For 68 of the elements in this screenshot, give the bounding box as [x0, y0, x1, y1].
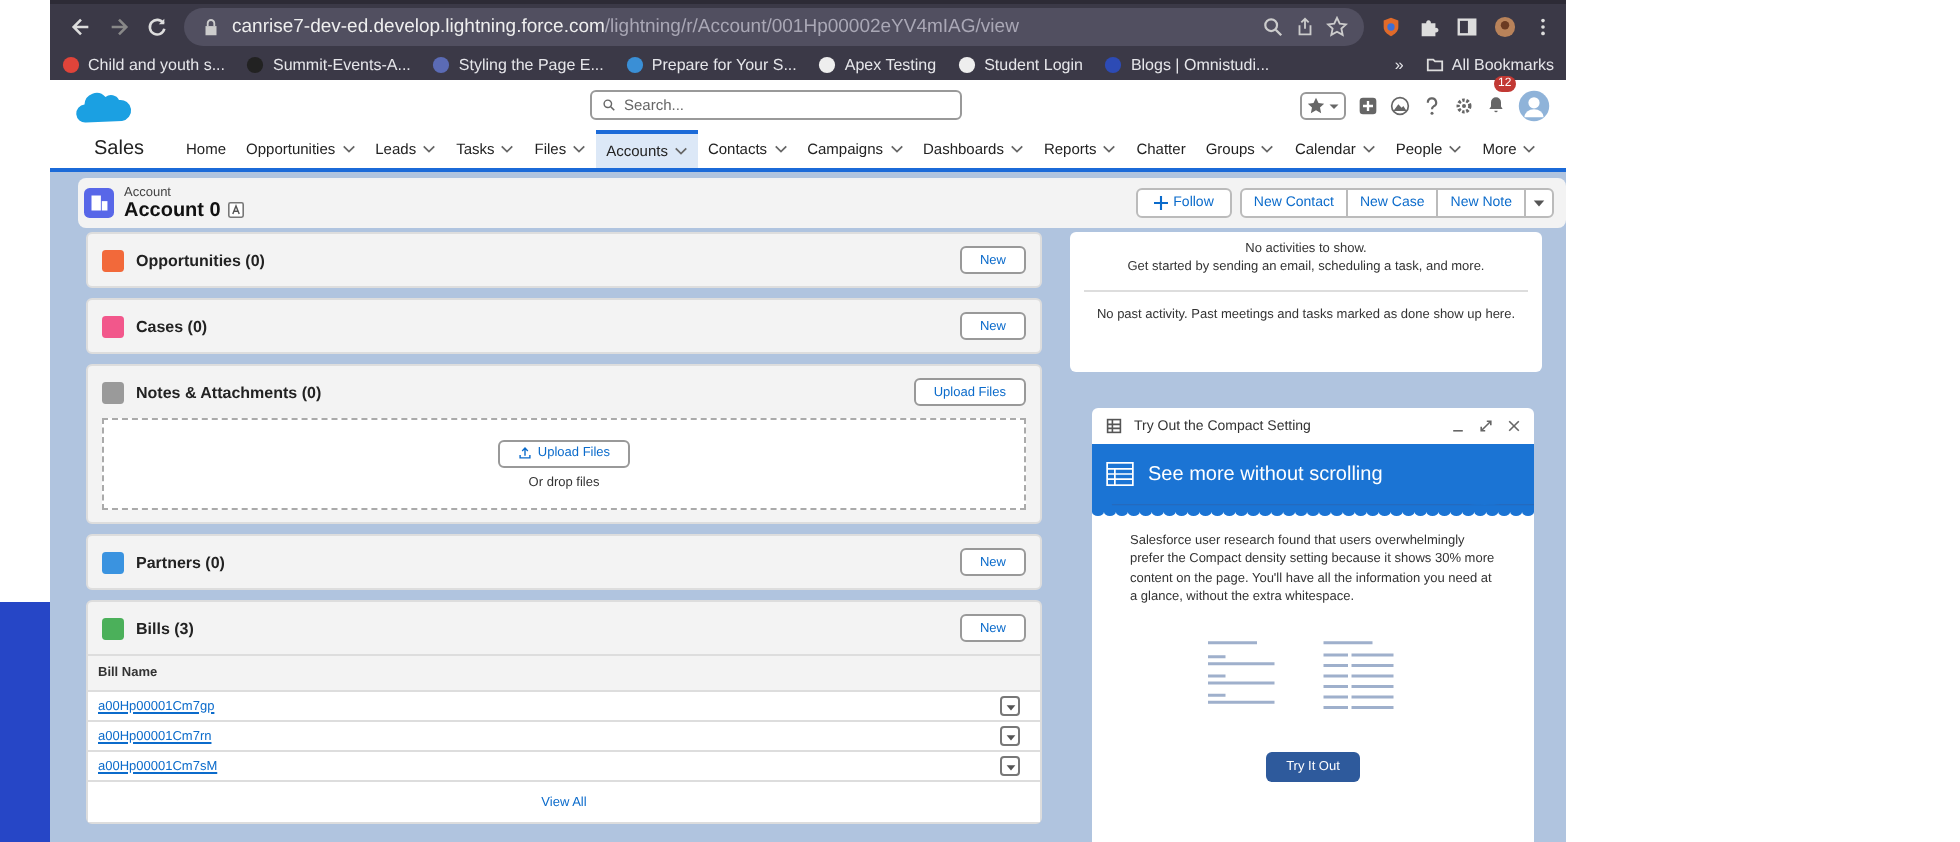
- chevron-icon[interactable]: [1103, 145, 1116, 153]
- profile-avatar[interactable]: [1494, 15, 1516, 37]
- puzzle-icon[interactable]: [1418, 15, 1440, 37]
- chevron-icon[interactable]: [1010, 145, 1024, 153]
- bookmark[interactable]: Prepare for Your S...: [625, 55, 797, 73]
- folder-icon: [1426, 57, 1443, 71]
- chevron-icon[interactable]: [1261, 145, 1274, 153]
- bell-icon[interactable]: [1486, 93, 1506, 113]
- share-icon[interactable]: [1294, 15, 1316, 37]
- chevron-icon[interactable]: [774, 145, 787, 153]
- prompt-banner: See more without scrolling: [1092, 444, 1534, 504]
- back-icon[interactable]: [70, 15, 92, 37]
- expand-icon[interactable]: [1478, 418, 1494, 434]
- bookmark[interactable]: Child and youth s...: [62, 55, 225, 73]
- star-icon[interactable]: [1326, 15, 1348, 37]
- app-name: Sales: [94, 138, 145, 160]
- card-title[interactable]: Partners (0): [136, 553, 225, 571]
- chevron-icon[interactable]: [674, 147, 688, 155]
- favorites-button[interactable]: [1300, 91, 1346, 119]
- bookmark[interactable]: Student Login: [958, 55, 1083, 73]
- more-actions-button[interactable]: [1524, 188, 1554, 218]
- mountain-icon[interactable]: [1390, 95, 1410, 115]
- bookmark[interactable]: Summit-Events-A...: [246, 55, 411, 73]
- chevron-icon[interactable]: [342, 145, 355, 153]
- row-action-button[interactable]: [1000, 696, 1020, 716]
- shield-icon[interactable]: [1380, 15, 1402, 37]
- account-icon: [84, 188, 114, 218]
- all-bookmarks-button[interactable]: All Bookmarks: [1425, 55, 1554, 73]
- card-title[interactable]: Notes & Attachments (0): [136, 383, 322, 401]
- caret-icon: [1533, 200, 1545, 207]
- close-icon[interactable]: [1506, 418, 1522, 434]
- add-icon[interactable]: [1358, 95, 1378, 115]
- caret-icon: [1329, 103, 1339, 108]
- caret-icon: [1005, 704, 1015, 710]
- star-icon: [1307, 96, 1325, 113]
- help-icon[interactable]: [1422, 95, 1442, 115]
- search-icon: [602, 98, 616, 112]
- caret-icon: [1005, 764, 1015, 770]
- upload-icon: [519, 447, 531, 459]
- row-action-button[interactable]: [1000, 756, 1020, 776]
- card-title[interactable]: Opportunities (0): [136, 251, 265, 269]
- settings-icon[interactable]: [1454, 95, 1474, 115]
- zoom-icon[interactable]: [1262, 15, 1284, 37]
- bookmark[interactable]: Styling the Page E...: [432, 55, 604, 73]
- sidebar-icon[interactable]: [1456, 15, 1478, 37]
- row-action-button[interactable]: [1000, 726, 1020, 746]
- chevron-icon[interactable]: [1362, 145, 1375, 153]
- caret-icon: [1005, 734, 1015, 740]
- bookmark[interactable]: Blogs | Omnistudi...: [1104, 55, 1270, 73]
- forward-icon[interactable]: [108, 15, 130, 37]
- layout-icon: [1106, 418, 1122, 434]
- chevron-icon[interactable]: [889, 145, 903, 153]
- layout-icon: [1106, 462, 1134, 486]
- more-bookmarks-button[interactable]: »: [1394, 55, 1404, 73]
- chevron-icon[interactable]: [573, 145, 586, 153]
- address-bar[interactable]: canrise7-dev-ed.develop.lightning.force.com/lightning/r/Account/001Hp00002eYV4mIAG/view: [184, 7, 1364, 45]
- plus-icon: [1153, 196, 1168, 210]
- card-title[interactable]: Cases (0): [136, 317, 208, 335]
- record-title: Account 0: [124, 199, 221, 221]
- chevron-icon[interactable]: [423, 145, 436, 153]
- chevron-icon[interactable]: [1449, 145, 1462, 153]
- card-title[interactable]: Bills (3): [136, 619, 194, 637]
- reload-icon[interactable]: [146, 15, 168, 37]
- bookmark[interactable]: Apex Testing: [818, 55, 937, 73]
- chevron-icon[interactable]: [501, 145, 514, 153]
- hierarchy-icon[interactable]: [228, 202, 245, 218]
- chevron-icon[interactable]: [1523, 145, 1536, 153]
- lock-icon: [200, 15, 222, 37]
